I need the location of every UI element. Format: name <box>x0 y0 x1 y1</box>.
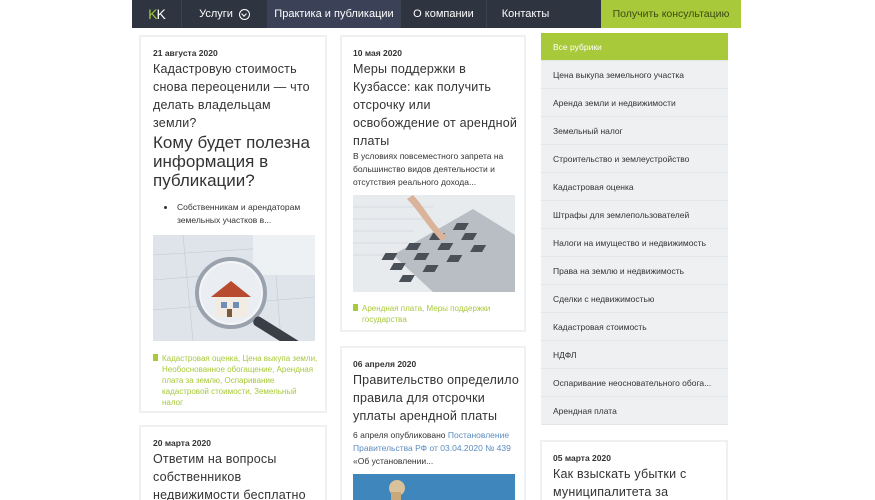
article-card[interactable]: 05 марта 2020 Как взыскать убытки с муни… <box>540 440 728 500</box>
article-image-calculator[interactable] <box>353 195 515 292</box>
excerpt-suffix: «Об установлении... <box>353 456 434 466</box>
article-date: 05 марта 2020 <box>553 453 611 463</box>
nav-company[interactable]: О компании <box>400 0 486 28</box>
article-title[interactable]: Кадастровую стоимость снова переоценили … <box>153 60 318 132</box>
sidebar-item-label: Строительство и землеустройство <box>553 153 690 164</box>
sidebar-item-label: Кадастровая стоимость <box>553 321 647 332</box>
sidebar-item-property-rights[interactable]: Права на землю и недвижимость <box>541 257 728 285</box>
sidebar-item-property-tax[interactable]: Налоги на имущество и недвижимость <box>541 229 728 257</box>
article-image-keys[interactable] <box>353 474 515 500</box>
logo-letter-white: K <box>156 6 166 22</box>
article-card[interactable]: 10 мая 2020 Меры поддержки в Кузбассе: к… <box>340 35 526 332</box>
sidebar-item-label: Арендная плата <box>553 405 617 416</box>
article-tags[interactable]: Кадастровая оценка, Цена выкупа земли, Н… <box>153 353 318 408</box>
chevron-down-icon <box>238 8 250 20</box>
article-card[interactable]: 06 апреля 2020 Правительство определило … <box>340 346 526 500</box>
sidebar-item-label: НДФЛ <box>553 349 577 360</box>
sidebar-item-label: Сделки с недвижимостью <box>553 293 655 304</box>
sidebar-item-cadastral-valuation[interactable]: Кадастровая оценка <box>541 173 728 201</box>
sidebar-item-label: Аренда земли и недвижимости <box>553 97 676 108</box>
sidebar-item-rent[interactable]: Аренда земли и недвижимости <box>541 89 728 117</box>
article-excerpt: 6 апреля опубликовано Постановление Прав… <box>353 429 521 468</box>
article-tags[interactable]: Арендная плата, Меры поддержки государст… <box>353 303 518 325</box>
article-card[interactable]: 21 августа 2020 Кадастровую стоимость сн… <box>139 35 327 413</box>
sidebar-item-label: Земельный налог <box>553 125 623 136</box>
list-item: Собственникам и арендаторам земельных уч… <box>153 201 318 227</box>
sidebar-item-unjust-enrichment[interactable]: Оспаривание неосновательного обога... <box>541 369 728 397</box>
house-magnifier-image <box>153 235 315 341</box>
top-nav: KK Услуги Практика и публикации О компан… <box>132 0 741 28</box>
sidebar-item-label: Кадастровая оценка <box>553 181 634 192</box>
article-date: 21 августа 2020 <box>153 48 218 58</box>
article-excerpt: В условиях повсеместного запрета на боль… <box>353 151 504 187</box>
sidebar-item-deals[interactable]: Сделки с недвижимостью <box>541 285 728 313</box>
article-date: 20 марта 2020 <box>153 438 211 448</box>
consultation-button[interactable]: Получить консультацию <box>601 0 741 28</box>
audience-list: Собственникам и арендаторам земельных уч… <box>153 201 318 227</box>
nav-practice-label: Практика и публикации <box>274 8 394 20</box>
excerpt-prefix: 6 апреля опубликовано <box>353 430 448 440</box>
tags-text: Арендная плата, Меры поддержки государст… <box>362 304 491 324</box>
sidebar-item-ndfl[interactable]: НДФЛ <box>541 341 728 369</box>
article-title[interactable]: Ответим на вопросы собственников недвижи… <box>153 450 313 500</box>
sidebar-item-cadastral-value[interactable]: Кадастровая стоимость <box>541 313 728 341</box>
sidebar-item-land-price[interactable]: Цена выкупа земельного участка <box>541 61 728 89</box>
sidebar-item-label: Штрафы для землепользователей <box>553 209 690 220</box>
sidebar-item-label: Оспаривание неосновательного обога... <box>553 377 712 388</box>
sidebar-item-label: Налоги на имущество и недвижимость <box>553 237 706 248</box>
nav-contacts-label: Контакты <box>501 8 550 20</box>
nav-company-label: О компании <box>413 8 474 20</box>
article-title[interactable]: Правительство определило правила для отс… <box>353 371 523 425</box>
sidebar-item-fines[interactable]: Штрафы для землепользователей <box>541 201 728 229</box>
tags-text: Кадастровая оценка, Цена выкупа земли, Н… <box>162 354 318 407</box>
nav-services[interactable]: Услуги <box>181 0 267 28</box>
bullet-icon <box>164 206 167 209</box>
article-card[interactable]: 20 марта 2020 Ответим на вопросы собстве… <box>139 425 327 500</box>
list-item-text: Собственникам и арендаторам земельных уч… <box>177 202 301 225</box>
sidebar-item-land-tax[interactable]: Земельный налог <box>541 117 728 145</box>
logo[interactable]: KK <box>132 0 181 28</box>
bookmark-icon <box>353 304 358 313</box>
article-title[interactable]: Как взыскать убытки с муниципалитета за <box>553 465 718 500</box>
bookmark-icon <box>153 354 158 363</box>
nav-services-label: Услуги <box>199 8 233 20</box>
nav-practice[interactable]: Практика и публикации <box>267 0 400 28</box>
keys-image <box>353 474 515 500</box>
sidebar-item-all[interactable]: Все рубрики <box>541 33 728 61</box>
article-date: 06 апреля 2020 <box>353 359 417 369</box>
categories-sidebar: Все рубрики Цена выкупа земельного участ… <box>541 33 728 425</box>
sidebar-item-label: Права на землю и недвижимость <box>553 265 685 276</box>
nav-contacts[interactable]: Контакты <box>486 0 564 28</box>
article-title[interactable]: Меры поддержки в Кузбассе: как получить … <box>353 60 518 150</box>
sidebar-item-label: Все рубрики <box>553 41 602 52</box>
consultation-button-label: Получить консультацию <box>612 8 730 20</box>
article-image-house[interactable] <box>153 235 315 341</box>
article-date: 10 мая 2020 <box>353 48 402 58</box>
sidebar-item-construction[interactable]: Строительство и землеустройство <box>541 145 728 173</box>
logo-letter-green: K <box>148 6 157 22</box>
calculator-image <box>353 195 515 292</box>
sidebar-item-rent-payment[interactable]: Арендная плата <box>541 397 728 425</box>
article-subtitle: Кому будет полезна информация в публикац… <box>153 133 311 190</box>
sidebar-item-label: Цена выкупа земельного участка <box>553 69 684 80</box>
